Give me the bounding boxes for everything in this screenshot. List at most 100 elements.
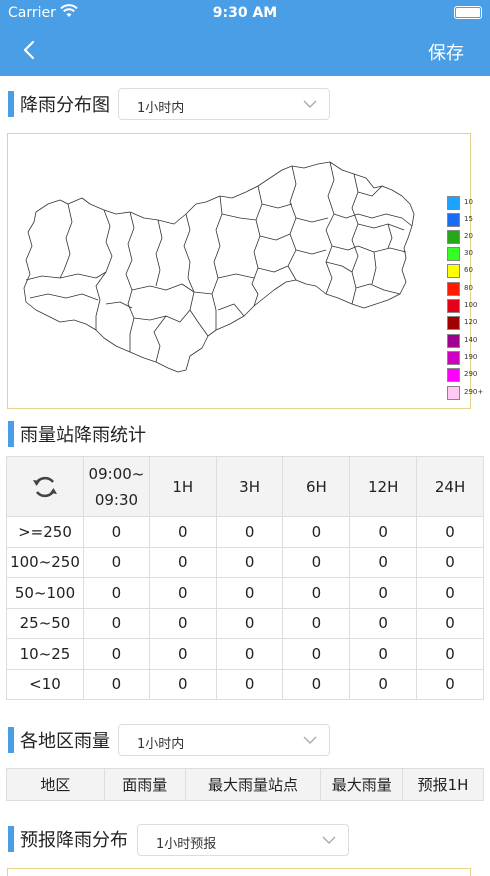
table-cell: 0 bbox=[349, 577, 418, 609]
legend-label: 15 bbox=[464, 215, 473, 223]
legend-item: 60 bbox=[447, 264, 487, 278]
column-header: 最大雨量 bbox=[320, 768, 404, 801]
legend-label: 120 bbox=[464, 318, 478, 326]
region-rain-period-value: 1小时内 bbox=[137, 737, 185, 752]
table-cell: 0 bbox=[148, 577, 217, 609]
section-accent-bar bbox=[8, 727, 14, 753]
chevron-down-icon bbox=[322, 836, 336, 844]
legend-swatch bbox=[447, 247, 460, 261]
column-header: 3H bbox=[215, 456, 284, 517]
column-header: 1H bbox=[148, 456, 217, 517]
table-cell: 0 bbox=[349, 668, 418, 700]
table-row: <10 0 0 0 0 0 0 bbox=[6, 668, 484, 700]
legend-swatch bbox=[447, 351, 460, 365]
legend-label: 190 bbox=[464, 353, 478, 361]
district-map[interactable] bbox=[8, 134, 472, 410]
table-cell: 0 bbox=[82, 516, 150, 548]
time-range-end: 09:30 bbox=[94, 490, 139, 509]
stats-header-row: 09:00~ 09:30 1H 3H 6H 12H 24H bbox=[6, 456, 484, 517]
table-cell: 0 bbox=[282, 607, 351, 639]
table-cell: 0 bbox=[215, 668, 284, 700]
table-cell: 0 bbox=[349, 638, 418, 670]
table-cell: 0 bbox=[82, 638, 150, 670]
legend-swatch bbox=[447, 213, 460, 227]
region-rain-table: 地区 面雨量 最大雨量站点 最大雨量 预报1H bbox=[6, 768, 484, 801]
legend-label: 80 bbox=[464, 284, 473, 292]
legend-item: 120 bbox=[447, 316, 487, 330]
table-cell: 0 bbox=[215, 516, 284, 548]
row-label: 10~25 bbox=[6, 638, 84, 670]
table-cell: 0 bbox=[282, 516, 351, 548]
legend-label: 20 bbox=[464, 232, 473, 240]
table-cell: 0 bbox=[82, 607, 150, 639]
forecast-header: 预报降雨分布 bbox=[8, 825, 128, 853]
row-label: <10 bbox=[6, 668, 84, 700]
nav-bar: 保存 bbox=[0, 26, 490, 76]
legend-swatch bbox=[447, 316, 460, 330]
rain-map-title: 降雨分布图 bbox=[20, 95, 110, 116]
time-range-start: 09:00~ bbox=[88, 464, 145, 483]
section-accent-bar bbox=[8, 421, 14, 447]
forecast-period-value: 1小时预报 bbox=[156, 837, 217, 852]
station-stats-table: 09:00~ 09:30 1H 3H 6H 12H 24H >=250 0 0 … bbox=[6, 456, 484, 700]
table-cell: 0 bbox=[349, 546, 418, 578]
section-accent-bar bbox=[8, 826, 14, 852]
table-cell: 0 bbox=[416, 516, 484, 548]
legend-swatch bbox=[447, 299, 460, 313]
region-rain-title: 各地区雨量 bbox=[20, 731, 110, 752]
back-arrow-icon[interactable] bbox=[18, 38, 42, 62]
legend-label: 60 bbox=[464, 266, 473, 274]
table-cell: 0 bbox=[282, 546, 351, 578]
table-cell: 0 bbox=[148, 516, 217, 548]
column-header: 12H bbox=[349, 456, 418, 517]
rain-map-period-select[interactable]: 1小时内 bbox=[118, 88, 330, 120]
table-cell: 0 bbox=[82, 668, 150, 700]
table-row: 50~100 0 0 0 0 0 0 bbox=[6, 577, 484, 609]
refresh-icon[interactable] bbox=[30, 472, 60, 502]
rain-map-header: 降雨分布图 bbox=[8, 90, 110, 118]
chevron-down-icon bbox=[303, 736, 317, 744]
save-button[interactable]: 保存 bbox=[428, 39, 464, 65]
table-cell: 0 bbox=[82, 546, 150, 578]
table-cell: 0 bbox=[416, 546, 484, 578]
column-header: 地区 bbox=[6, 768, 105, 801]
legend-item: 290+ bbox=[447, 386, 487, 400]
row-label: 100~250 bbox=[6, 546, 84, 578]
legend-item: 100 bbox=[447, 299, 487, 313]
legend-label: 290 bbox=[464, 370, 478, 378]
region-rain-period-select[interactable]: 1小时内 bbox=[118, 724, 330, 756]
legend-label: 30 bbox=[464, 249, 473, 257]
table-cell: 0 bbox=[215, 607, 284, 639]
legend-swatch bbox=[447, 230, 460, 244]
legend-label: 140 bbox=[464, 336, 478, 344]
table-cell: 0 bbox=[349, 516, 418, 548]
legend-label: 10 bbox=[464, 198, 473, 206]
rain-map-panel bbox=[7, 133, 471, 409]
table-cell: 0 bbox=[282, 577, 351, 609]
table-cell: 0 bbox=[349, 607, 418, 639]
table-cell: 0 bbox=[416, 607, 484, 639]
forecast-period-select[interactable]: 1小时预报 bbox=[137, 824, 349, 856]
forecast-map-panel bbox=[7, 868, 471, 876]
column-header: 预报1H bbox=[402, 768, 484, 801]
battery-icon bbox=[454, 6, 482, 19]
table-cell: 0 bbox=[148, 546, 217, 578]
legend-swatch bbox=[447, 282, 460, 296]
column-header: 面雨量 bbox=[103, 768, 186, 801]
rain-map-period-value: 1小时内 bbox=[137, 101, 185, 116]
region-header-row: 地区 面雨量 最大雨量站点 最大雨量 预报1H bbox=[6, 768, 484, 801]
legend-item: 290 bbox=[447, 368, 487, 382]
status-bar: Carrier 9:30 AM bbox=[0, 0, 490, 26]
refresh-cell[interactable] bbox=[6, 456, 84, 517]
section-accent-bar bbox=[8, 91, 14, 117]
row-label: 50~100 bbox=[6, 577, 84, 609]
status-time: 9:30 AM bbox=[212, 5, 278, 21]
legend-item: 30 bbox=[447, 247, 487, 261]
legend-item: 140 bbox=[447, 334, 487, 348]
column-header: 6H bbox=[282, 456, 351, 517]
legend-swatch bbox=[447, 386, 460, 400]
table-row: 100~250 0 0 0 0 0 0 bbox=[6, 546, 484, 578]
legend-item: 10 bbox=[447, 196, 487, 210]
legend-label: 100 bbox=[464, 301, 478, 309]
table-row: 10~25 0 0 0 0 0 0 bbox=[6, 638, 484, 670]
